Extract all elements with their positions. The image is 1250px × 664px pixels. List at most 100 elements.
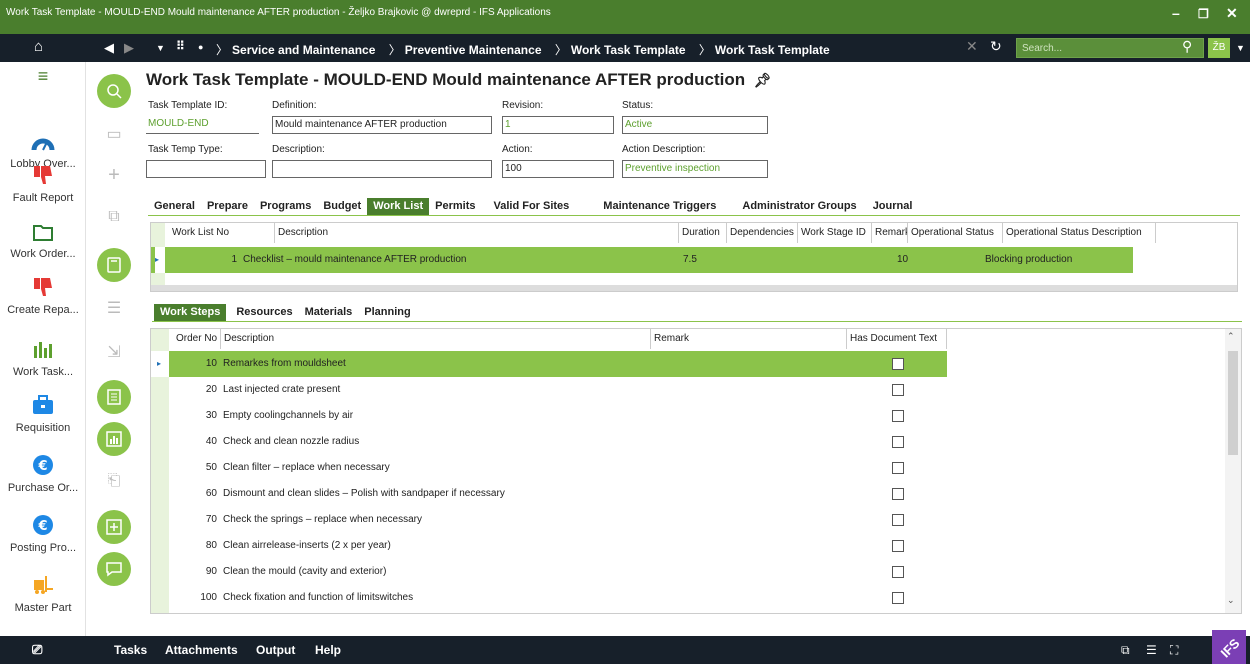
tab-resources[interactable]: Resources <box>230 304 298 321</box>
description-field[interactable] <box>272 160 492 178</box>
tab-maintenance-triggers[interactable]: Maintenance Triggers <box>597 198 722 215</box>
tab-general[interactable]: General <box>148 198 201 215</box>
has-document-text-checkbox[interactable] <box>892 410 904 422</box>
chart-button[interactable] <box>97 422 131 456</box>
breadcrumb-item[interactable]: Work Task Template <box>571 43 686 57</box>
refresh-icon[interactable]: ↻ <box>990 38 1002 55</box>
has-document-text-checkbox[interactable] <box>892 540 904 552</box>
has-document-text-checkbox[interactable] <box>892 384 904 396</box>
table-row[interactable]: 90Clean the mould (cavity and exterior) <box>151 559 947 585</box>
table-row[interactable]: 100Check fixation and function of limits… <box>151 585 947 611</box>
add-icon[interactable]: + <box>104 164 124 184</box>
duplicate-icon[interactable]: ⧉ <box>104 208 124 228</box>
back-icon[interactable]: ◀ <box>104 40 114 56</box>
tab-materials[interactable]: Materials <box>299 304 359 321</box>
scroll-down-icon[interactable]: ⌄ <box>1227 595 1235 606</box>
column-header[interactable]: Remark <box>872 223 908 243</box>
save-button[interactable] <box>97 248 131 282</box>
has-document-text-checkbox[interactable] <box>892 488 904 500</box>
fullscreen-icon[interactable]: ⛶ <box>1170 643 1178 658</box>
table-row[interactable]: 40Check and clean nozzle radius <box>151 429 947 455</box>
chat-button[interactable] <box>97 552 131 586</box>
vertical-scrollbar[interactable]: ⌃ ⌄ <box>1225 329 1241 613</box>
sidebar-item-create-repair[interactable]: Create Repa... <box>0 276 86 316</box>
tab-prepare[interactable]: Prepare <box>201 198 254 215</box>
navigator-grid-icon[interactable]: ⠿ <box>176 39 185 53</box>
sidebar-item-work-task[interactable]: Work Task... <box>0 340 86 378</box>
notes-icon[interactable]: ☰ <box>1146 643 1157 657</box>
scroll-up-icon[interactable]: ⌃ <box>1227 331 1235 342</box>
has-document-text-checkbox[interactable] <box>892 514 904 526</box>
document-icon[interactable]: ⎗ <box>104 472 124 492</box>
attachments-button[interactable]: Attachments <box>165 643 238 657</box>
nav-dropdown-icon[interactable]: ▼ <box>156 43 165 53</box>
close-icon[interactable]: ✕ <box>1226 5 1238 22</box>
tab-work-list[interactable]: Work List <box>367 198 429 215</box>
search-input[interactable] <box>1017 39 1167 57</box>
column-header[interactable]: Operational Status Description <box>1003 223 1156 243</box>
tab-work-steps[interactable]: Work Steps <box>154 304 226 321</box>
add-window-button[interactable] <box>97 510 131 544</box>
tab-budget[interactable]: Budget <box>317 198 367 215</box>
breadcrumb-item[interactable]: Preventive Maintenance <box>405 43 542 57</box>
menu-icon[interactable]: ≡ <box>0 66 86 87</box>
tab-permits[interactable]: Permits <box>429 198 481 215</box>
tab-planning[interactable]: Planning <box>358 304 416 321</box>
table-row[interactable]: 30Empty coolingchannels by air <box>151 403 947 429</box>
has-document-text-checkbox[interactable] <box>892 358 904 370</box>
column-header[interactable]: Remark <box>651 329 847 349</box>
horizontal-scrollbar[interactable] <box>151 285 1237 291</box>
table-row[interactable]: 60Dismount and clean slides – Polish wit… <box>151 481 947 507</box>
breadcrumb-item[interactable]: Work Task Template <box>715 43 830 57</box>
tasks-button[interactable]: Tasks <box>114 643 147 657</box>
column-header[interactable]: Description <box>221 329 651 349</box>
table-row[interactable]: 80Clean airrelease-inserts (2 x per year… <box>151 533 947 559</box>
column-header[interactable]: Duration <box>679 223 727 243</box>
sidebar-item-requisition[interactable]: Requisition <box>0 394 86 434</box>
task-temp-type-field[interactable] <box>146 160 266 178</box>
avatar[interactable]: ŽB <box>1208 38 1230 58</box>
has-document-text-checkbox[interactable] <box>892 462 904 474</box>
tab-journal[interactable]: Journal <box>867 198 919 215</box>
list-icon[interactable]: ☰ <box>104 298 124 318</box>
output-button[interactable]: Output <box>256 643 295 657</box>
column-header[interactable]: Order No <box>173 329 221 349</box>
expand-icon[interactable]: ⇲ <box>104 342 124 362</box>
breadcrumb-item[interactable]: Service and Maintenance <box>232 43 375 57</box>
user-dropdown-icon[interactable]: ▼ <box>1236 43 1245 53</box>
search-icon[interactable]: ⚲ <box>1182 38 1192 55</box>
table-row[interactable]: 70Check the springs – replace when neces… <box>151 507 947 533</box>
has-document-text-checkbox[interactable] <box>892 592 904 604</box>
sidebar-item-posting-proposal[interactable]: € Posting Pro... <box>0 512 86 554</box>
chat-icon[interactable]: ⎚ <box>32 642 42 658</box>
pin-icon[interactable]: 📌︎ <box>754 72 772 88</box>
action-field[interactable]: 100 <box>502 160 614 178</box>
column-header[interactable]: Work Stage ID <box>798 223 872 243</box>
status-field[interactable]: Active <box>622 116 768 134</box>
scrollbar-thumb[interactable] <box>1228 351 1238 455</box>
sidebar-item-master-part[interactable]: Master Part <box>0 574 86 614</box>
has-document-text-checkbox[interactable] <box>892 566 904 578</box>
revision-field[interactable]: 1 <box>502 116 614 134</box>
sidebar-item-fault-report[interactable]: Fault Report <box>0 164 86 204</box>
column-header[interactable]: Description <box>275 223 679 243</box>
sidebar-item-work-order[interactable]: Work Order... <box>0 222 86 260</box>
restore-icon[interactable]: ❐ <box>1198 7 1209 21</box>
search-box[interactable] <box>1016 38 1204 58</box>
action-description-field[interactable]: Preventive inspection <box>622 160 768 178</box>
sidebar-item-purchase-order[interactable]: € Purchase Or... <box>0 452 86 494</box>
form-icon[interactable]: ▭ <box>104 124 124 144</box>
column-header[interactable]: Work List No <box>169 223 275 243</box>
help-button[interactable]: Help <box>315 643 341 657</box>
tab-valid-for-sites[interactable]: Valid For Sites <box>487 198 575 215</box>
column-header[interactable]: Has Document Text <box>847 329 947 349</box>
table-row[interactable]: ▸10Remarkes from mouldsheet <box>151 351 947 377</box>
table-row[interactable]: 50Clean filter – replace when necessary <box>151 455 947 481</box>
windows-icon[interactable]: ⧉ <box>1121 643 1130 658</box>
tab-administrator-groups[interactable]: Administrator Groups <box>736 198 862 215</box>
table-row[interactable]: ▸ 1 Checklist – mould maintenance AFTER … <box>151 247 1133 273</box>
column-header[interactable]: Dependencies <box>727 223 798 243</box>
search-button[interactable] <box>97 74 131 108</box>
table-row[interactable]: 20Last injected crate present <box>151 377 947 403</box>
details-button[interactable] <box>97 380 131 414</box>
